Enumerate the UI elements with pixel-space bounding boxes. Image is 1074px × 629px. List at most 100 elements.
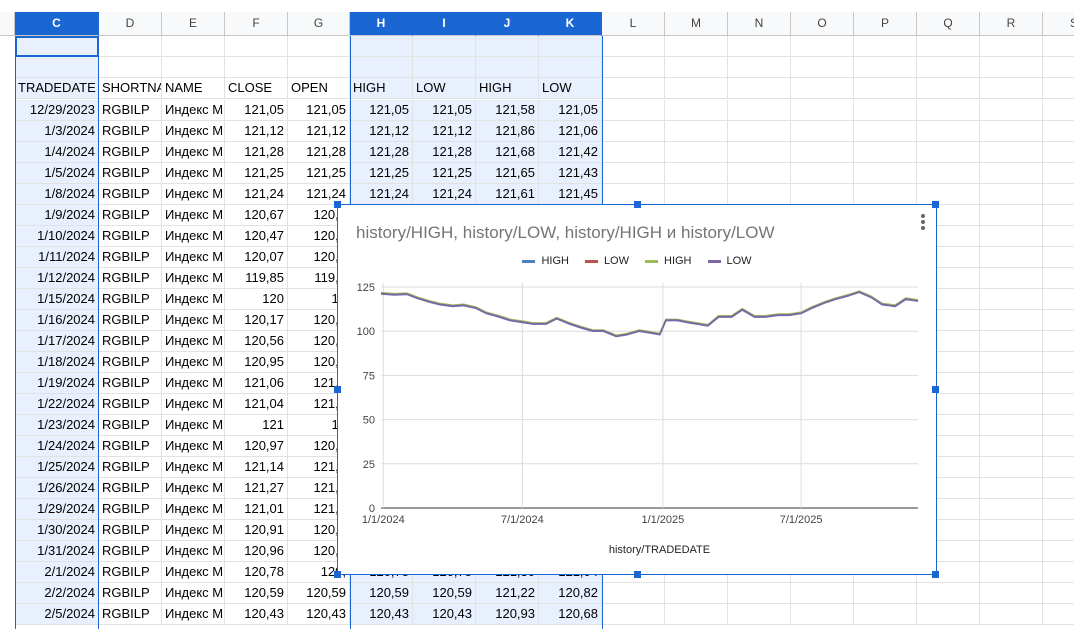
cell[interactable] — [791, 163, 854, 184]
cell[interactable]: 1/25/2024 — [15, 457, 99, 478]
column-header-n[interactable]: N — [728, 12, 791, 36]
cell[interactable]: 120,07 — [225, 247, 288, 268]
cell[interactable] — [917, 36, 980, 57]
cell[interactable]: Индекс M — [162, 394, 225, 415]
cell[interactable] — [791, 184, 854, 205]
cell[interactable]: NAME — [162, 78, 225, 99]
cell[interactable] — [917, 184, 980, 205]
cell[interactable] — [1043, 352, 1074, 373]
cell[interactable]: 120,43 — [225, 604, 288, 625]
cell[interactable]: 121,24 — [413, 184, 476, 205]
cell[interactable]: RGBILP — [99, 163, 162, 184]
chart-resize-handle[interactable] — [932, 386, 939, 393]
cell[interactable] — [99, 57, 162, 78]
cell[interactable]: Индекс M — [162, 373, 225, 394]
cell[interactable] — [980, 499, 1043, 520]
cell[interactable]: 121,12 — [225, 121, 288, 142]
cell[interactable]: 1/29/2024 — [15, 499, 99, 520]
cell[interactable]: 2/1/2024 — [15, 562, 99, 583]
cell[interactable] — [854, 163, 917, 184]
cell[interactable]: Индекс M — [162, 142, 225, 163]
cell[interactable]: RGBILP — [99, 205, 162, 226]
cell[interactable]: 2/5/2024 — [15, 604, 99, 625]
cell[interactable] — [665, 57, 728, 78]
cell[interactable] — [728, 604, 791, 625]
cell[interactable]: Индекс M — [162, 331, 225, 352]
cell[interactable]: RGBILP — [99, 541, 162, 562]
cell[interactable] — [917, 100, 980, 121]
chart-resize-handle[interactable] — [334, 201, 341, 208]
cell[interactable] — [1043, 57, 1074, 78]
cell[interactable] — [1043, 541, 1074, 562]
cell[interactable] — [980, 268, 1043, 289]
cell[interactable] — [1043, 415, 1074, 436]
cell[interactable] — [288, 57, 350, 78]
cell[interactable] — [791, 57, 854, 78]
cell[interactable]: 1/11/2024 — [15, 247, 99, 268]
cell[interactable]: 121,28 — [350, 142, 413, 163]
cell[interactable]: RGBILP — [99, 247, 162, 268]
cell[interactable]: RGBILP — [99, 457, 162, 478]
cell[interactable] — [980, 163, 1043, 184]
cell[interactable]: 121,05 — [288, 100, 350, 121]
cell[interactable]: 1/3/2024 — [15, 121, 99, 142]
cell[interactable]: 120,56 — [225, 331, 288, 352]
cell[interactable]: RGBILP — [99, 436, 162, 457]
cell[interactable] — [665, 100, 728, 121]
cell[interactable] — [917, 604, 980, 625]
cell[interactable]: Индекс M — [162, 163, 225, 184]
cell[interactable] — [1043, 163, 1074, 184]
cell[interactable]: RGBILP — [99, 184, 162, 205]
chart[interactable]: history/HIGH, history/LOW, history/HIGH … — [334, 201, 939, 578]
cell[interactable]: Индекс M — [162, 562, 225, 583]
cell[interactable]: RGBILP — [99, 562, 162, 583]
cell[interactable] — [162, 57, 225, 78]
cell[interactable]: 120,82 — [539, 583, 602, 604]
cell[interactable]: 121,27 — [225, 478, 288, 499]
cell[interactable]: 121,42 — [539, 142, 602, 163]
cell[interactable]: 119,85 — [225, 268, 288, 289]
cell[interactable]: Индекс M — [162, 499, 225, 520]
cell[interactable]: 121,28 — [288, 142, 350, 163]
cell[interactable] — [917, 142, 980, 163]
cell[interactable]: 120,67 — [225, 205, 288, 226]
cell[interactable]: 121,61 — [476, 184, 539, 205]
cell[interactable] — [980, 36, 1043, 57]
cell[interactable]: 121,68 — [476, 142, 539, 163]
cell[interactable] — [980, 289, 1043, 310]
cell[interactable] — [1043, 36, 1074, 57]
cell[interactable] — [980, 415, 1043, 436]
cell[interactable]: Индекс M — [162, 268, 225, 289]
cell[interactable]: 1/22/2024 — [15, 394, 99, 415]
cell[interactable] — [791, 100, 854, 121]
cell[interactable] — [665, 142, 728, 163]
cell[interactable]: 121,06 — [539, 121, 602, 142]
cell[interactable] — [980, 78, 1043, 99]
cell[interactable] — [1043, 478, 1074, 499]
cell[interactable] — [602, 100, 665, 121]
cell[interactable]: 121,58 — [476, 100, 539, 121]
cell[interactable]: CLOSE — [225, 78, 288, 99]
column-header-k[interactable]: K — [539, 12, 602, 36]
cell[interactable]: 121,04 — [225, 394, 288, 415]
cell[interactable] — [917, 583, 980, 604]
cell[interactable] — [602, 142, 665, 163]
cell[interactable]: 1/24/2024 — [15, 436, 99, 457]
cell[interactable]: 121,12 — [288, 121, 350, 142]
cell[interactable]: 120,17 — [225, 310, 288, 331]
cell[interactable]: 120,93 — [476, 604, 539, 625]
cell[interactable]: LOW — [539, 78, 602, 99]
cell[interactable]: Индекс M — [162, 226, 225, 247]
cell[interactable] — [15, 57, 99, 78]
cell[interactable]: 120,43 — [413, 604, 476, 625]
cell[interactable] — [728, 100, 791, 121]
cell[interactable] — [1043, 268, 1074, 289]
cell[interactable] — [917, 57, 980, 78]
cell[interactable]: Индекс M — [162, 289, 225, 310]
cell[interactable] — [665, 163, 728, 184]
cell[interactable]: 1/31/2024 — [15, 541, 99, 562]
cell[interactable] — [791, 142, 854, 163]
cell[interactable]: 120,43 — [350, 604, 413, 625]
cell[interactable]: 120,96 — [225, 541, 288, 562]
cell[interactable]: RGBILP — [99, 226, 162, 247]
